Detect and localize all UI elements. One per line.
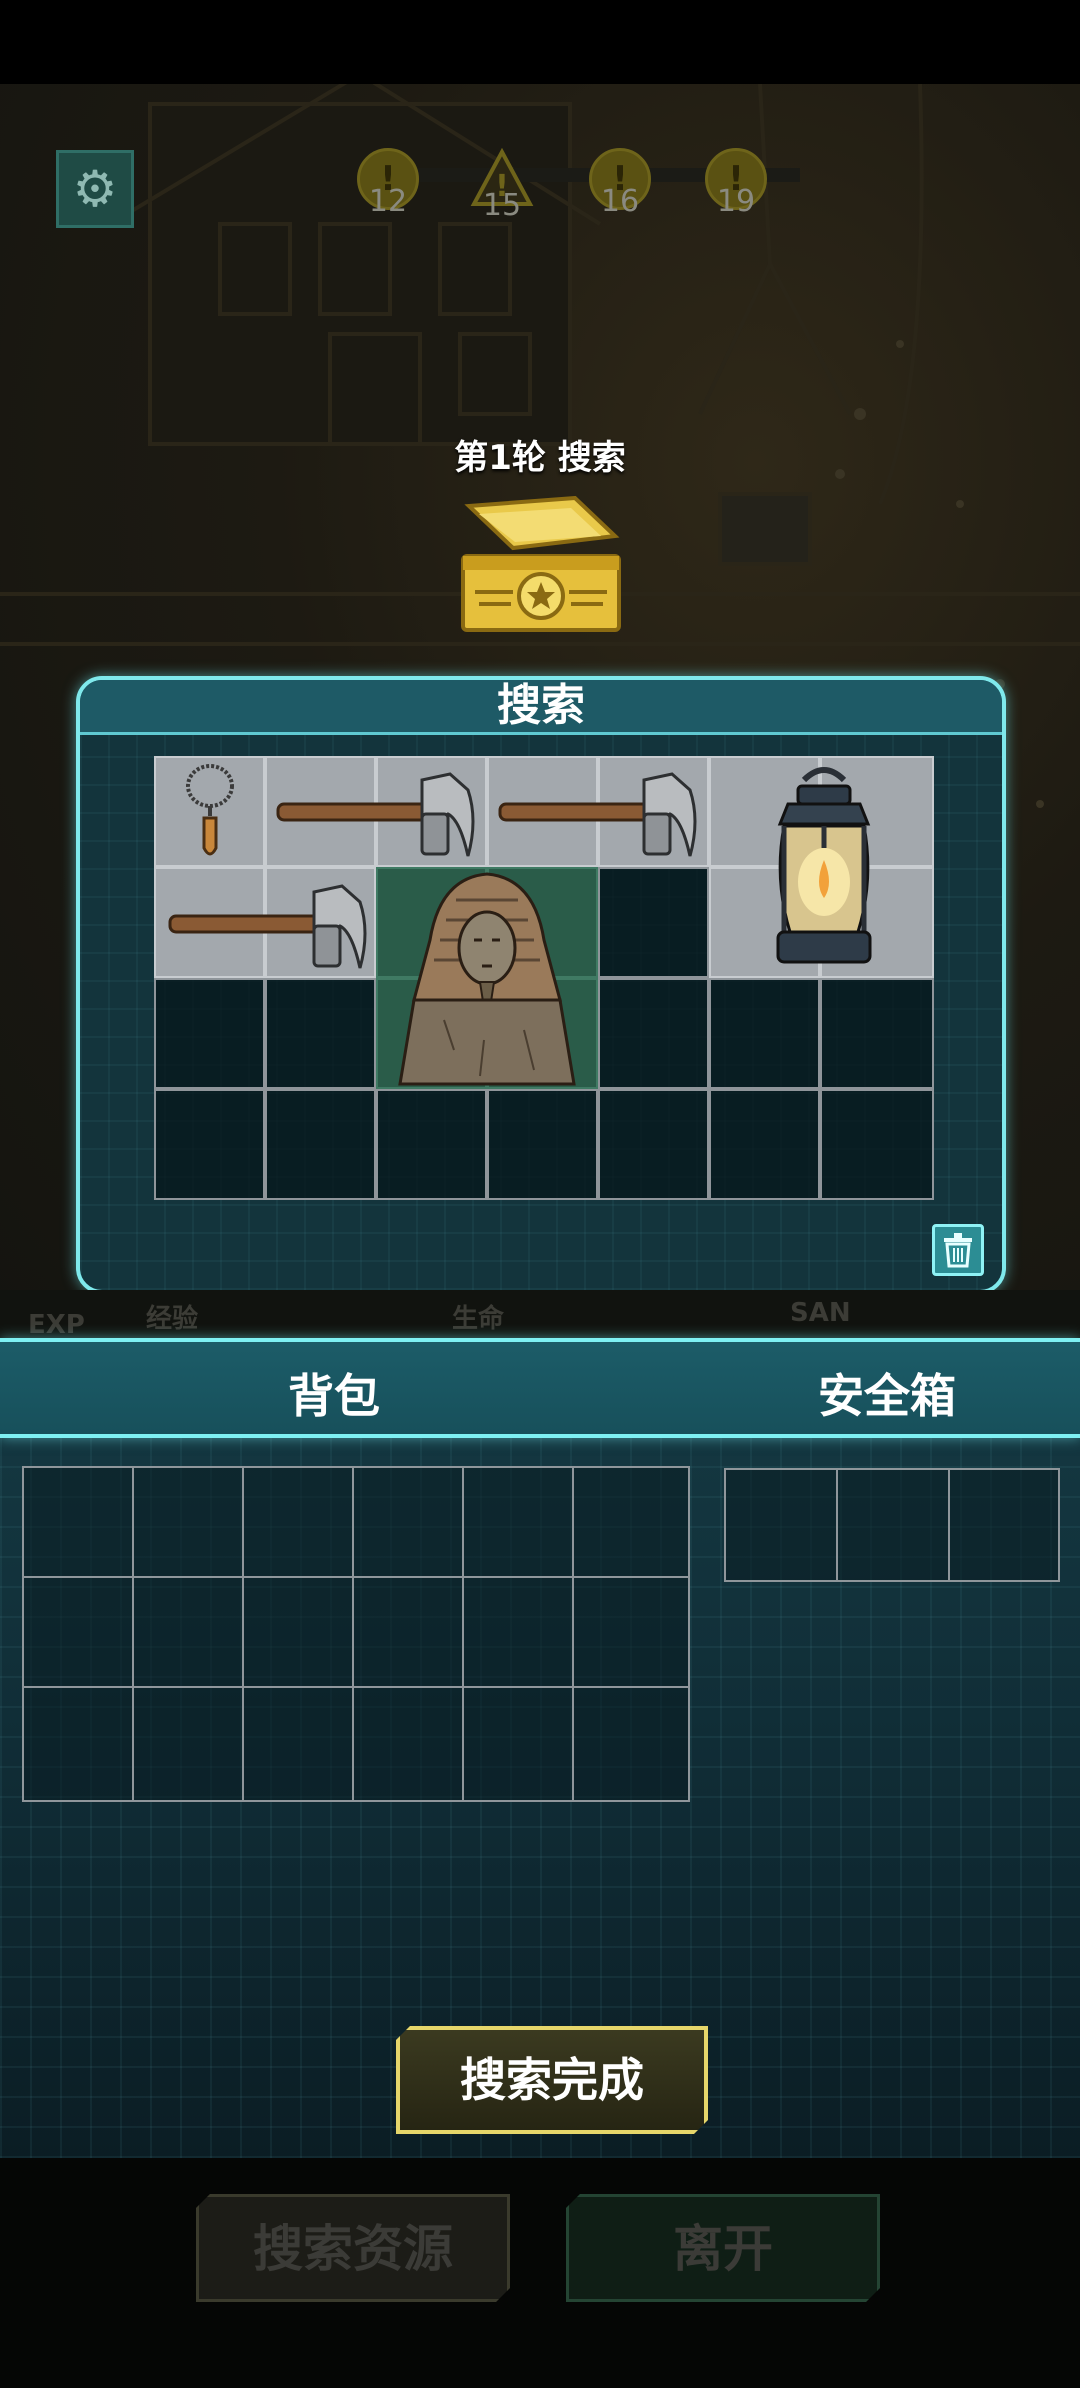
grid-slot[interactable] [709, 978, 820, 1089]
marker-number: 15 [482, 188, 522, 223]
marker-number: 12 [368, 184, 408, 219]
backpack-slot[interactable] [462, 1466, 574, 1578]
hammer-icon[interactable] [164, 872, 374, 976]
backpack-slot[interactable] [462, 1576, 574, 1688]
grid-slot[interactable] [154, 978, 265, 1089]
search-panel: 搜索 [76, 676, 1006, 1294]
progress-marker: ! 15 [470, 147, 534, 223]
backpack-slot[interactable] [572, 1686, 690, 1802]
status-bar [0, 0, 1080, 84]
leave-button[interactable]: 离开 [566, 2194, 880, 2302]
bottom-action-bar [0, 2158, 1080, 2388]
backpack-slot[interactable] [462, 1686, 574, 1802]
bullet-keychain-icon[interactable] [174, 760, 246, 864]
backpack-slot[interactable] [352, 1576, 464, 1688]
grid-slot[interactable] [709, 1089, 820, 1200]
grid-slot[interactable] [598, 1089, 709, 1200]
grid-slot[interactable] [376, 1089, 487, 1200]
backpack-slot[interactable] [22, 1686, 134, 1802]
search-panel-title: 搜索 [80, 680, 1002, 735]
grid-slot[interactable] [598, 867, 709, 978]
grid-slot[interactable] [265, 978, 376, 1089]
backpack-slot[interactable] [242, 1466, 354, 1578]
tab-backpack[interactable]: 背包 [288, 1360, 380, 1426]
backpack-slot[interactable] [572, 1576, 690, 1688]
hammer-icon[interactable] [494, 760, 704, 864]
search-complete-button[interactable]: 搜索完成 [396, 2026, 708, 2134]
backpack-slot[interactable] [132, 1686, 244, 1802]
backpack-slot[interactable] [352, 1686, 464, 1802]
grid-slot[interactable] [598, 978, 709, 1089]
pharaoh-statue-icon[interactable] [384, 870, 590, 1088]
search-resources-button[interactable]: 搜索资源 [196, 2194, 510, 2302]
grid-slot[interactable] [820, 1089, 934, 1200]
grid-slot[interactable] [265, 1089, 376, 1200]
exp-title: 经验 [146, 1304, 199, 1334]
round-label: 第1轮 搜索 [454, 438, 626, 478]
backpack-slot[interactable] [22, 1466, 134, 1578]
backpack-slot[interactable] [22, 1576, 134, 1688]
oil-lantern-icon[interactable] [764, 760, 884, 974]
trash-icon [944, 1233, 972, 1268]
trash-button[interactable] [932, 1224, 984, 1276]
tab-safebox[interactable]: 安全箱 [818, 1360, 956, 1426]
progress-marker: ! 19 [704, 148, 768, 219]
grid-slot[interactable] [820, 978, 934, 1089]
backpack-slot[interactable] [132, 1576, 244, 1688]
exp-label: EXP [28, 1310, 85, 1340]
progress-marker: ! 12 [356, 148, 420, 219]
backpack-slot[interactable] [242, 1686, 354, 1802]
inventory-tab-bar: 背包 安全箱 [0, 1338, 1080, 1438]
progress-marker: ! 16 [588, 148, 652, 219]
safebox-slot[interactable] [724, 1468, 838, 1582]
backpack-slot[interactable] [352, 1466, 464, 1578]
gear-icon: ⚙ [72, 160, 118, 218]
backpack-slot[interactable] [572, 1466, 690, 1578]
marker-number: 16 [600, 184, 640, 219]
life-title: 生命 [452, 1304, 505, 1334]
backpack-slot[interactable] [132, 1466, 244, 1578]
marker-number: 19 [716, 184, 756, 219]
backpack-slot[interactable] [242, 1576, 354, 1688]
san-title: SAN [790, 1298, 851, 1328]
search-grid [154, 756, 934, 1200]
settings-gear-button[interactable]: ⚙ [56, 150, 134, 228]
grid-slot[interactable] [487, 1089, 598, 1200]
grid-slot[interactable] [154, 1089, 265, 1200]
safebox-slot[interactable] [948, 1468, 1060, 1582]
hammer-icon[interactable] [272, 760, 482, 864]
safebox-slot[interactable] [836, 1468, 950, 1582]
treasure-chest-icon [461, 496, 621, 632]
